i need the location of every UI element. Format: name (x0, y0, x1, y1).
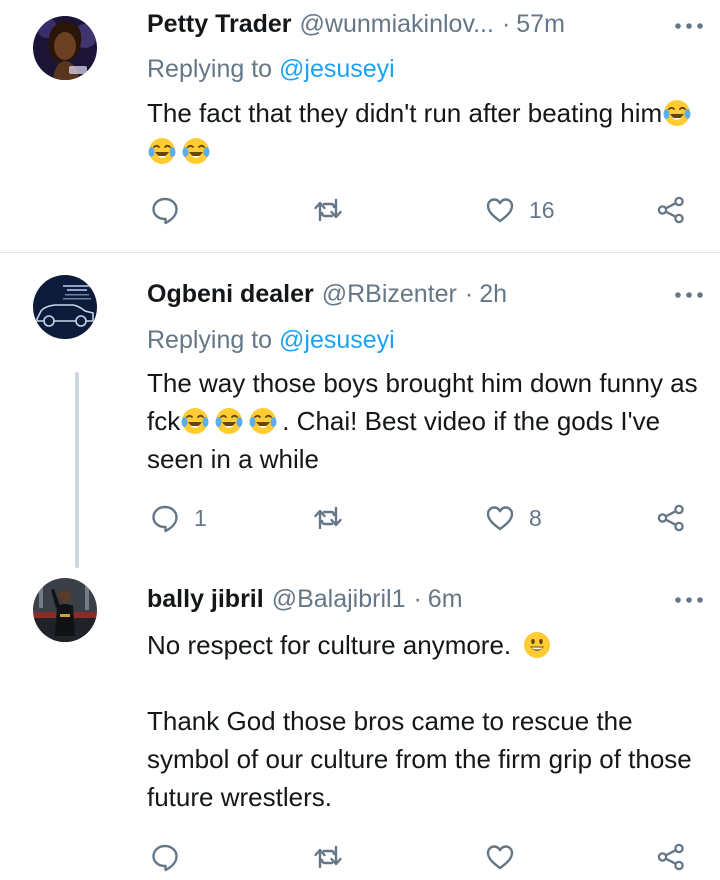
share-icon (656, 503, 686, 533)
reply-button[interactable] (150, 837, 194, 877)
display-name[interactable]: Petty Trader (147, 10, 292, 39)
tweet-header: bally jibril @Balajibril1 · 6m (147, 581, 700, 617)
avatar[interactable] (33, 578, 97, 642)
share-icon (656, 842, 686, 872)
retweet-button[interactable] (313, 498, 343, 538)
avatar[interactable] (33, 16, 97, 80)
separator-dot: · (464, 279, 474, 308)
reply-button[interactable] (150, 190, 194, 230)
replying-prefix: Replying to (147, 55, 280, 83)
like-icon (485, 842, 515, 872)
timestamp[interactable]: 6m (428, 585, 463, 614)
retweet-icon (313, 503, 343, 533)
avatar-image (33, 16, 97, 80)
tweet-header: Petty Trader @wunmiakinlov... · 57m (147, 6, 700, 42)
like-button[interactable]: 16 (485, 190, 555, 230)
username[interactable]: @Balajibril1 (272, 585, 406, 614)
reply-button[interactable]: 1 (150, 498, 207, 538)
username[interactable]: @wunmiakinlov... (300, 10, 494, 39)
tweet-actions: 16 (0, 190, 720, 230)
like-count: 8 (529, 504, 542, 531)
separator-dot: · (501, 9, 511, 38)
avatar-image (33, 578, 97, 642)
tears-of-joy-emoji (662, 98, 692, 128)
tweet-text-paragraph: Thank God those bros came to rescue the … (147, 702, 702, 816)
tweet-actions (0, 837, 720, 877)
like-button[interactable] (485, 837, 529, 877)
more-icon[interactable] (672, 588, 706, 612)
replying-to: Replying to @jesuseyi (147, 326, 395, 355)
like-icon (485, 503, 515, 533)
like-button[interactable]: 8 (485, 498, 542, 538)
like-count: 16 (529, 196, 555, 223)
avatar[interactable] (33, 275, 97, 339)
tweet-petty-trader[interactable]: Petty Trader @wunmiakinlov... · 57m Repl… (0, 0, 720, 252)
reply-icon (150, 195, 180, 225)
share-button[interactable] (656, 498, 686, 538)
tweet-text: The fact that they didn't run after beat… (147, 94, 702, 170)
tears-of-joy-emoji (214, 406, 244, 436)
username[interactable]: @RBizenter (322, 280, 457, 309)
reply-count: 1 (194, 504, 207, 531)
tweet-bally-jibril[interactable]: bally jibril @Balajibril1 · 6m No respec… (0, 560, 720, 880)
tweet-text: The way those boys brought him down funn… (147, 364, 702, 478)
avatar-image (33, 275, 97, 339)
retweet-icon (313, 842, 343, 872)
tears-of-joy-emoji (248, 406, 278, 436)
tweet-text-line1: No respect for culture anymore. (147, 630, 512, 660)
tweet-ogbeni-dealer[interactable]: Ogbeni dealer @RBizenter · 2h Replying t… (0, 253, 720, 560)
reply-icon (150, 503, 180, 533)
share-button[interactable] (656, 837, 686, 877)
share-button[interactable] (656, 190, 686, 230)
retweet-button[interactable] (313, 190, 343, 230)
tweet-actions: 1 8 (0, 498, 720, 538)
timestamp[interactable]: 57m (516, 10, 565, 39)
tweet-text-content: The fact that they didn't run after beat… (147, 98, 663, 128)
share-icon (656, 195, 686, 225)
tweet-text: No respect for culture anymore. (147, 626, 702, 664)
thread-line (75, 372, 79, 568)
mention-link[interactable]: @jesuseyi (279, 55, 395, 83)
tears-of-joy-emoji (181, 136, 211, 166)
timestamp[interactable]: 2h (479, 280, 507, 309)
more-icon[interactable] (672, 14, 706, 38)
tears-of-joy-emoji (147, 136, 177, 166)
grinning-emoji (522, 630, 552, 660)
display-name[interactable]: bally jibril (147, 585, 264, 614)
replying-to: Replying to @jesuseyi (147, 55, 395, 84)
reply-icon (150, 842, 180, 872)
display-name[interactable]: Ogbeni dealer (147, 280, 314, 309)
like-icon (485, 195, 515, 225)
mention-link[interactable]: @jesuseyi (279, 326, 395, 354)
retweet-icon (313, 195, 343, 225)
more-icon[interactable] (672, 283, 706, 307)
replying-prefix: Replying to (147, 326, 280, 354)
separator-dot: · (413, 584, 422, 613)
retweet-button[interactable] (313, 837, 343, 877)
tweet-header: Ogbeni dealer @RBizenter · 2h (147, 276, 700, 312)
tears-of-joy-emoji (180, 406, 210, 436)
tweet-text-para2: Thank God those bros came to rescue the … (147, 706, 692, 812)
